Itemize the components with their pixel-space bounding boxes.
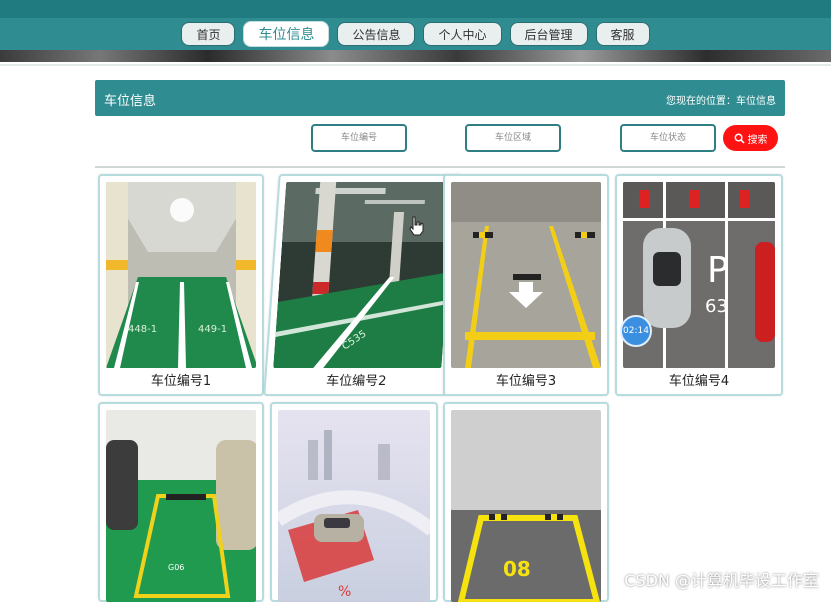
svg-text:%: % [338, 584, 351, 600]
parking-photo-1: 448-1 449-1 [106, 182, 256, 368]
svg-text:63: 63 [705, 296, 728, 317]
parking-area-input[interactable] [465, 124, 561, 152]
timer-badge[interactable]: 02:14 [620, 315, 652, 347]
nav-item-admin[interactable]: 后台管理 [509, 22, 588, 46]
nav-item-parking-info[interactable]: 车位信息 [243, 21, 330, 47]
nav-item-personal-center[interactable]: 个人中心 [423, 22, 502, 46]
hand-cursor-icon [409, 216, 424, 236]
breadcrumb: 您现在的位置：车位信息 [666, 96, 776, 107]
parking-card-5[interactable]: G06 [98, 402, 264, 602]
search-bar: 搜索 [95, 122, 785, 156]
search-button-label: 搜索 [747, 134, 768, 146]
parking-photo-5: G06 [106, 410, 256, 602]
parking-number-input[interactable] [311, 124, 407, 152]
parking-card-2[interactable]: C535 车位编号2 [263, 174, 463, 396]
parking-card-3[interactable]: 车位编号3 [443, 174, 609, 396]
svg-text:08: 08 [503, 557, 531, 581]
parking-photo-6: % [278, 410, 430, 602]
parking-photo-3 [451, 182, 601, 368]
section-header: 车位信息 您现在的位置：车位信息 [95, 80, 785, 116]
parking-photo-2: C535 [273, 182, 455, 368]
parking-card-1[interactable]: 448-1 449-1 车位编号1 [98, 174, 264, 396]
nav-item-announcements[interactable]: 公告信息 [337, 22, 416, 46]
parking-status-input[interactable] [620, 124, 716, 152]
nav-item-support[interactable]: 客服 [595, 22, 650, 46]
parking-card-label: 车位编号4 [668, 374, 730, 389]
parking-card-label: 车位编号3 [495, 374, 557, 389]
parking-card-label: 车位编号1 [150, 374, 212, 389]
parking-card-4[interactable]: P 63 车位编号4 [615, 174, 783, 396]
watermark: CSDN @计算机毕设工作室 [624, 571, 819, 590]
nav-underline [0, 64, 831, 66]
parking-card-label: 车位编号2 [325, 374, 387, 389]
svg-text:449-1: 449-1 [198, 324, 227, 335]
content-divider [95, 166, 785, 168]
page-title: 车位信息 [104, 94, 157, 109]
parking-photo-7: 08 [451, 410, 601, 602]
search-icon [734, 133, 745, 144]
parking-card-7[interactable]: 08 [443, 402, 609, 602]
nav-item-home[interactable]: 首页 [181, 22, 236, 46]
top-banner: 首页 车位信息 公告信息 个人中心 后台管理 客服 [0, 0, 831, 62]
search-button[interactable]: 搜索 [723, 125, 778, 151]
main-nav: 首页 车位信息 公告信息 个人中心 后台管理 客服 [0, 21, 831, 47]
parking-card-6[interactable]: % [270, 402, 438, 602]
svg-text:448-1: 448-1 [128, 324, 157, 335]
svg-text:G06: G06 [168, 563, 184, 572]
banner-top-strip [0, 0, 831, 18]
svg-text:P: P [707, 250, 729, 291]
banner-photo-strip [0, 50, 831, 62]
